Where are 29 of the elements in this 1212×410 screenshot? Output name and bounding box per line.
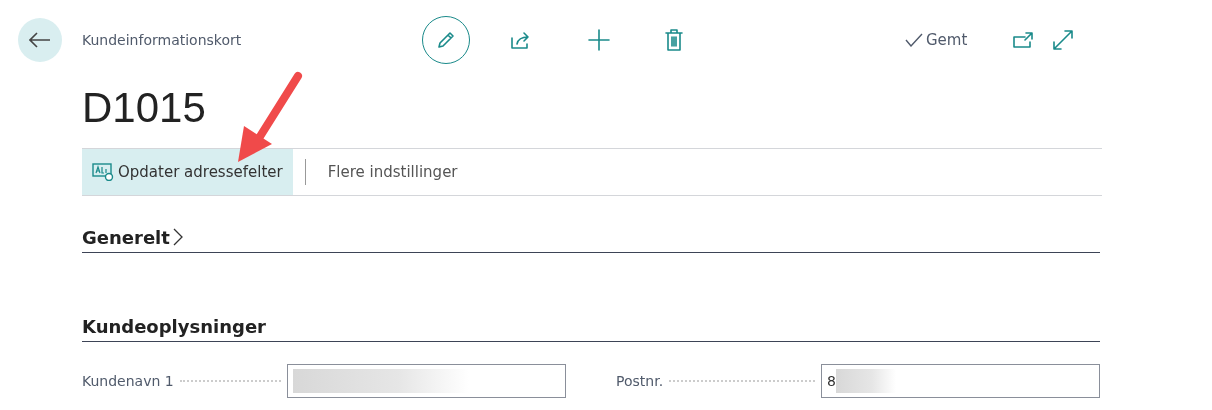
field-label: Kundenavn 1	[82, 373, 174, 389]
plus-icon	[588, 29, 610, 51]
input-field[interactable]: 8	[821, 364, 1100, 398]
expand-icon	[1053, 30, 1074, 50]
field-value: 8	[827, 373, 836, 389]
edit-button[interactable]	[422, 16, 470, 64]
input-field[interactable]	[287, 364, 566, 398]
page-title: Kundeinformationskort	[82, 32, 243, 48]
pencil-icon	[436, 30, 456, 50]
trash-icon	[665, 29, 683, 51]
section-title[interactable]: Kundeoplysninger	[82, 315, 266, 337]
saved-status: Gemt	[926, 31, 968, 49]
action-button[interactable]: Flere indstillinger	[317, 149, 468, 195]
share-button[interactable]	[510, 30, 532, 50]
back-button[interactable]	[18, 18, 62, 62]
record-title: D1015	[82, 83, 206, 133]
open-external-icon	[1013, 32, 1034, 48]
action-button[interactable]: Opdater adressefelter	[82, 149, 293, 195]
field-label: Postnr.	[616, 373, 664, 389]
address-update-icon	[92, 163, 114, 181]
back-arrow-icon	[29, 32, 51, 48]
share-icon	[510, 30, 532, 50]
expand-button[interactable]	[1053, 30, 1074, 50]
open-new-window-button[interactable]	[1013, 32, 1034, 48]
new-button[interactable]	[588, 29, 610, 51]
delete-button[interactable]	[665, 29, 683, 51]
chevron-right-icon[interactable]	[171, 228, 184, 246]
check-icon	[905, 33, 923, 47]
section-title[interactable]: Generelt	[82, 226, 170, 248]
